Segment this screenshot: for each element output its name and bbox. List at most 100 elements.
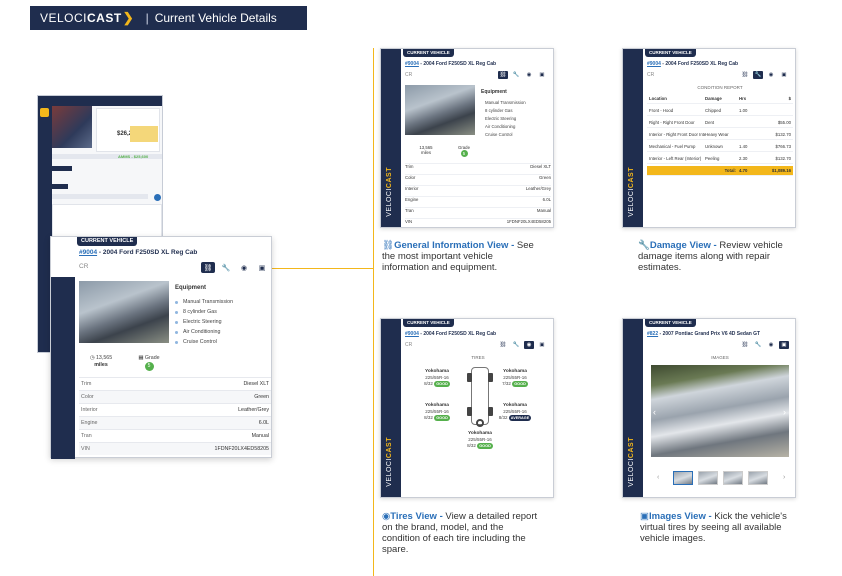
cr-label: CR [405, 342, 413, 348]
cr-label: CR [405, 72, 413, 78]
equipment-item: 8 cylinder Gas [175, 307, 233, 317]
tire-icon[interactable]: ◉ [524, 71, 534, 79]
camera-icon[interactable]: ▣ [255, 262, 269, 273]
grade-stat: Grade 5 [458, 145, 470, 157]
tire-icon[interactable]: ◉ [237, 262, 251, 273]
tire-icon[interactable]: ◉ [766, 341, 776, 349]
tire-marker [488, 373, 493, 382]
phone-bid-box [130, 126, 158, 142]
tire-marker [467, 407, 472, 416]
view-icon-bar: ⛓ 🔧 ◉ ▣ [498, 341, 547, 349]
table-row: Right - Right Front Door Dent $55.00 [647, 118, 793, 128]
speedometer-icon: ◷ [89, 355, 95, 361]
current-vehicle-tag: CURRENT VEHICLE [403, 49, 454, 57]
banner-separator: | [145, 11, 149, 25]
view-icon-bar: ⛓ 🔧 ◉ ▣ [740, 341, 789, 349]
equipment-item: Air Conditioning [175, 327, 233, 337]
vehicle-name: - 2004 Ford F250SD XL Reg Cab [97, 249, 198, 256]
images-title: IMAGES [711, 355, 729, 360]
current-vehicle-tag: CURRENT VEHICLE [77, 237, 138, 246]
current-vehicle-tag: CURRENT VEHICLE [645, 319, 696, 327]
vehicle-photo [79, 281, 169, 343]
equipment-list: Manual Transmission 8 cylinder Gas Elect… [175, 297, 233, 347]
phone-section-tab [52, 184, 68, 189]
wrench-icon[interactable]: 🔧 [753, 341, 763, 349]
prev-image-arrow[interactable]: ‹ [653, 407, 656, 417]
vehicle-title: #9004 - 2004 Ford F250SD XL Reg Cab [405, 61, 497, 67]
table-row: Front - Hood Chipped 1.00 [647, 106, 793, 116]
damage-table-header: Location Damage Hrs $ [647, 94, 793, 104]
chassis-diagram [471, 367, 489, 425]
car-icon[interactable]: ⛓ [498, 71, 508, 79]
wrench-icon[interactable]: 🔧 [511, 341, 521, 349]
camera-icon[interactable]: ▣ [779, 71, 789, 79]
shot-sidebar: VELOCICAST [381, 319, 401, 497]
car-icon[interactable]: ⛓ [740, 71, 750, 79]
wrench-icon[interactable]: 🔧 [753, 71, 763, 79]
current-vehicle-tag: CURRENT VEHICLE [645, 49, 696, 57]
car-icon[interactable]: ⛓ [201, 262, 215, 273]
tire-icon[interactable]: ◉ [524, 341, 534, 349]
spec-row-color: Color Green [79, 390, 271, 403]
thumbnail-image[interactable] [673, 471, 693, 485]
car-icon: ⛓ [382, 240, 395, 251]
car-icon[interactable]: ⛓ [740, 341, 750, 349]
equipment-item: Electric Steering [175, 317, 233, 327]
shot-sidebar: VELOCICAST [381, 49, 401, 227]
current-vehicle-tag: CURRENT VEHICLE [403, 319, 454, 327]
grade-stat: ▦ Grade 5 [138, 355, 160, 371]
equipment-heading: Equipment [175, 285, 206, 291]
general-view-screenshot: VELOCICAST CURRENT VEHICLE #9004 - 2004 … [380, 48, 554, 228]
spec-row-vin: VIN 1FDNF20LX4ED58205 [79, 442, 271, 455]
phone-add-button [154, 194, 161, 201]
current-vehicle-popup: CURRENT VEHICLE #9004 - 2004 Ford F250SD… [50, 236, 272, 459]
caption-damage: 🔧Damage View - Review vehicle damage ite… [638, 240, 783, 273]
tire-front-right: Yokohama 225/55R-16 7/32 GOOD [502, 369, 528, 387]
spec-row-tran: Tran Manual [79, 429, 271, 442]
spare-tire-marker [476, 419, 484, 427]
tires-view-screenshot: VELOCICAST CURRENT VEHICLE #9004 - 2004 … [380, 318, 554, 498]
view-icon-bar: ⛓ 🔧 ◉ ▣ [740, 71, 789, 79]
table-row: Mechanical - Fuel Pump Unknown 1.40 $766.73 [647, 142, 793, 152]
wrench-icon: 🔧 [638, 240, 650, 251]
spec-row-engine: Engine 6.0L [79, 416, 271, 429]
thumbnail-image[interactable] [698, 471, 718, 485]
view-icon-bar: ⛓ 🔧 ◉ ▣ [498, 71, 547, 79]
camera-icon[interactable]: ▣ [537, 71, 547, 79]
thumbnail-image[interactable] [723, 471, 743, 485]
vehicle-title: #9004 - 2004 Ford F250SD XL Reg Cab [79, 249, 197, 256]
vehicle-photo [405, 85, 475, 135]
wrench-icon[interactable]: 🔧 [219, 262, 233, 273]
caption-images: ▣Images View - Kick the vehicle's virtua… [640, 511, 787, 544]
tire-marker [467, 373, 472, 382]
tire-spare: Yokohama 225/55R-16 8/32 GOOD [467, 431, 493, 449]
equipment-list: Manual Transmission 8 cylinder Gas Electri… [485, 100, 526, 137]
tire-icon[interactable]: ◉ [766, 71, 776, 79]
column-divider [373, 48, 374, 576]
phone-search-row [52, 194, 148, 199]
next-thumb-arrow[interactable]: › [783, 474, 785, 481]
phone-menu-icon [40, 108, 49, 117]
equipment-heading: Equipment [481, 89, 507, 95]
spec-row-interior: Interior Leather/Grey [79, 403, 271, 416]
shot-sidebar: VELOCICAST [623, 319, 643, 497]
phone-section-tab [52, 166, 72, 171]
camera-icon[interactable]: ▣ [537, 341, 547, 349]
tire-rear-right: Yokohama 225/55R-16 8/32 AVERAGE [498, 403, 532, 421]
car-icon[interactable]: ⛓ [498, 341, 508, 349]
phone-amount-line: AMMS - $25,600 [118, 154, 149, 159]
next-image-arrow[interactable]: › [783, 407, 786, 417]
thumbnail-image[interactable] [748, 471, 768, 485]
vehicle-title: #9004 - 2004 Ford F250SD XL Reg Cab [647, 61, 739, 67]
vehicle-stock-link[interactable]: #9004 [79, 249, 97, 256]
damage-view-screenshot: VELOCICAST CURRENT VEHICLE #9004 - 2004 … [622, 48, 796, 228]
cr-label: CR [79, 263, 89, 270]
page-title: Current Vehicle Details [154, 11, 277, 25]
camera-icon: ▣ [640, 511, 649, 522]
prev-thumb-arrow[interactable]: ‹ [657, 474, 659, 481]
spec-row-trim: Trim Diesel XLT [79, 377, 271, 390]
camera-icon[interactable]: ▣ [779, 341, 789, 349]
equipment-item: Cruise Control [175, 337, 233, 347]
wrench-icon[interactable]: 🔧 [511, 71, 521, 79]
condition-report-title: CONDITION REPORT [697, 85, 743, 90]
